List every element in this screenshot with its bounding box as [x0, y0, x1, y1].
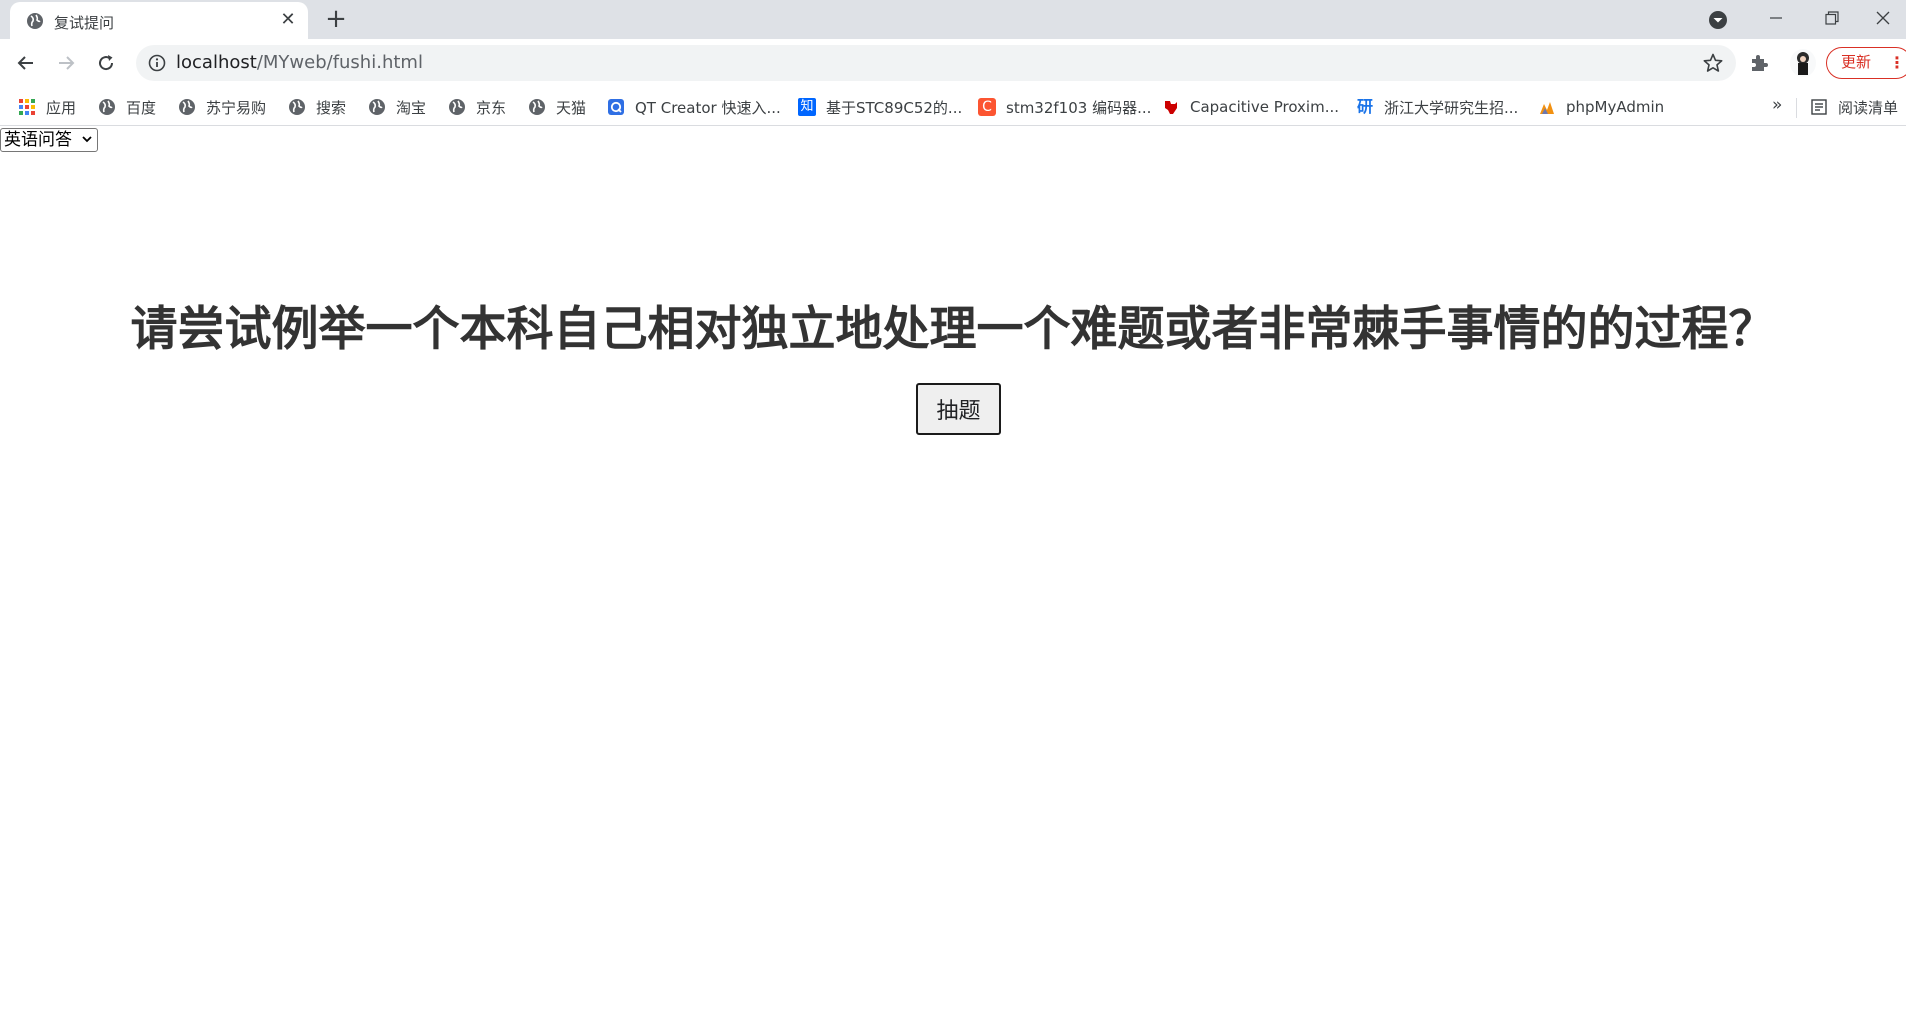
- forward-button[interactable]: [50, 47, 82, 79]
- tab-strip: 复试提问 ✕ +: [0, 0, 1906, 39]
- update-label: 更新: [1841, 53, 1872, 71]
- globe-icon: [369, 99, 385, 115]
- bookmark-label: phpMyAdmin: [1566, 98, 1665, 116]
- tab-close-icon[interactable]: ✕: [278, 10, 298, 30]
- bookmark-qt-creator[interactable]: QT Creator 快速入...: [607, 93, 781, 121]
- qt-icon: [608, 99, 624, 115]
- bookmark-label: Capacitive Proxim...: [1190, 98, 1340, 116]
- bookmark-search[interactable]: 搜索: [288, 93, 346, 121]
- arrow-right-icon: [59, 56, 75, 70]
- back-button[interactable]: [10, 47, 42, 79]
- bookmark-zju[interactable]: 研 浙江大学研究生招...: [1356, 93, 1518, 121]
- url-text[interactable]: localhost/MYweb/fushi.html: [176, 53, 423, 73]
- tab-title: 复试提问: [54, 14, 115, 32]
- bookmarks-bar: 应用 百度 苏宁易购 搜索 淘宝 京东 天猫 QT Creator 快速入...…: [0, 88, 1906, 126]
- close-icon: [1876, 11, 1890, 25]
- close-window-button[interactable]: [1860, 0, 1906, 36]
- bookmark-divider: [1796, 98, 1797, 118]
- avatar-image-icon: [1790, 49, 1816, 77]
- bookmark-zhihu[interactable]: 知 基于STC89C52的...: [798, 93, 962, 121]
- bookmark-label: 淘宝: [396, 98, 427, 117]
- more-bookmarks-icon[interactable]: »: [1772, 95, 1782, 115]
- restore-icon: [1825, 11, 1839, 25]
- tab-search-icon[interactable]: [1707, 9, 1729, 31]
- restore-button[interactable]: [1804, 0, 1860, 36]
- bookmark-label: stm32f103 编码器...: [1006, 98, 1152, 117]
- reading-list-label: 阅读清单: [1838, 98, 1899, 117]
- globe-icon: [529, 99, 545, 115]
- reload-icon: [99, 55, 114, 71]
- minimize-button[interactable]: [1748, 0, 1804, 36]
- minimize-icon: [1770, 17, 1782, 19]
- zhihu-icon: 知: [798, 98, 816, 116]
- draw-question-button[interactable]: 抽题: [916, 383, 1001, 435]
- question-heading: 请尝试例举一个本科自己相对独立地处理一个难题或者非常棘手事情的的过程？: [130, 302, 1776, 357]
- bookmark-label: 百度: [126, 98, 157, 117]
- bookmark-taobao[interactable]: 淘宝: [368, 93, 426, 121]
- bookmark-label: 应用: [46, 98, 77, 117]
- category-select[interactable]: 英语问答: [0, 128, 98, 152]
- bookmark-label: 基于STC89C52的...: [826, 98, 963, 117]
- url-path: /MYweb/fushi.html: [256, 52, 423, 73]
- bookmark-ti[interactable]: Capacitive Proxim...: [1162, 93, 1339, 121]
- phpmyadmin-icon: [1540, 102, 1554, 114]
- globe-icon: [179, 99, 195, 115]
- chevron-down-icon: [82, 136, 92, 143]
- reload-button[interactable]: [90, 47, 122, 79]
- bookmark-tmall[interactable]: 天猫: [528, 93, 586, 121]
- bookmark-label: 苏宁易购: [206, 98, 267, 117]
- info-icon[interactable]: [148, 54, 166, 72]
- address-bar[interactable]: localhost/MYweb/fushi.html: [136, 45, 1736, 81]
- extensions-puzzle-icon[interactable]: [1748, 51, 1772, 75]
- menu-dots-icon[interactable]: ⋮: [1889, 48, 1905, 77]
- globe-icon: [27, 13, 43, 29]
- new-tab-icon[interactable]: +: [322, 6, 350, 34]
- zju-icon: 研: [1356, 97, 1373, 116]
- browser-toolbar: localhost/MYweb/fushi.html 更新 ⋮: [0, 39, 1906, 88]
- ti-icon: [1165, 101, 1177, 114]
- tab-active[interactable]: 复试提问 ✕: [10, 2, 308, 39]
- bookmark-csdn[interactable]: C stm32f103 编码器...: [978, 93, 1151, 121]
- bookmark-suning[interactable]: 苏宁易购: [178, 93, 266, 121]
- csdn-icon: C: [978, 98, 996, 116]
- bookmark-baidu[interactable]: 百度: [98, 93, 156, 121]
- bookmark-label: QT Creator 快速入...: [635, 98, 781, 117]
- profile-avatar[interactable]: [1790, 49, 1816, 77]
- bookmark-jd[interactable]: 京东: [448, 93, 506, 121]
- url-host: localhost: [176, 52, 257, 73]
- update-button[interactable]: 更新 ⋮: [1826, 47, 1906, 79]
- reading-list-icon: [1811, 99, 1827, 115]
- bookmark-apps[interactable]: 应用: [18, 93, 76, 121]
- bookmark-label: 浙江大学研究生招...: [1384, 98, 1519, 117]
- bookmark-phpmyadmin[interactable]: phpMyAdmin: [1538, 93, 1664, 121]
- globe-icon: [449, 99, 465, 115]
- bookmark-label: 京东: [476, 98, 507, 117]
- bookmark-star-icon[interactable]: [1702, 52, 1724, 74]
- arrow-left-icon: [17, 56, 33, 70]
- globe-icon: [99, 99, 115, 115]
- apps-grid-icon: [19, 99, 35, 115]
- bookmark-label: 搜索: [316, 98, 347, 117]
- globe-icon: [289, 99, 305, 115]
- bookmark-label: 天猫: [556, 98, 587, 117]
- reading-list-button[interactable]: 阅读清单: [1810, 93, 1898, 121]
- category-select-value: 英语问答: [4, 130, 72, 150]
